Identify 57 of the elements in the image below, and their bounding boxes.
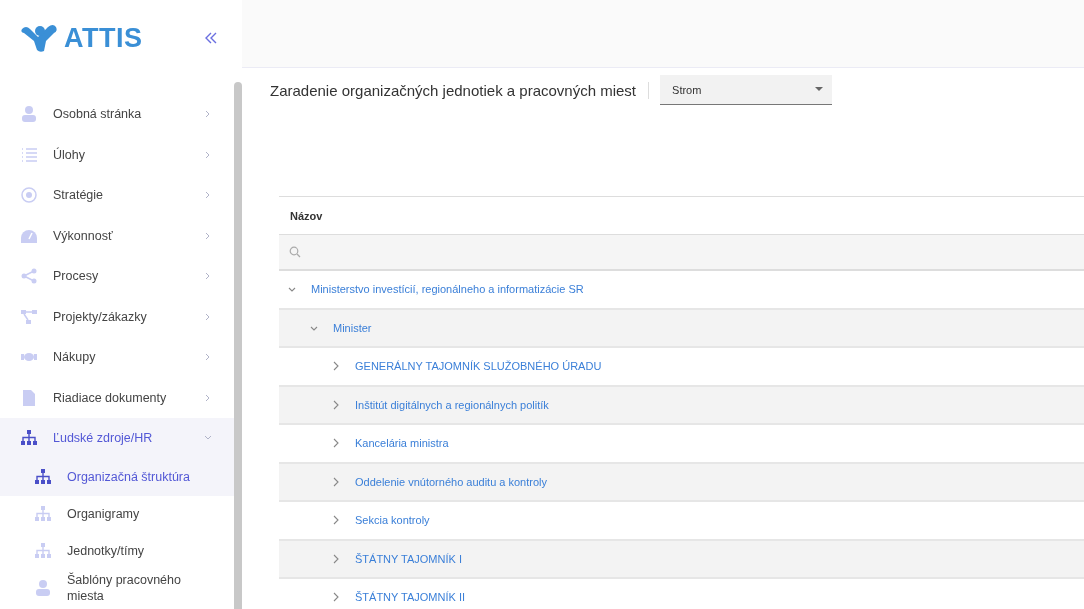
- sidebar-item[interactable]: Nákupy: [0, 337, 234, 378]
- sidebar-subitem[interactable]: Organigramy: [0, 495, 234, 533]
- tree-node-label[interactable]: GENERÁLNY TAJOMNÍK SLUŽOBNÉHO ÚRADU: [355, 360, 602, 373]
- search-icon: [289, 246, 301, 258]
- tree-node-label[interactable]: Oddelenie vnútorného auditu a kontroly: [355, 475, 548, 488]
- sidebar-subitem[interactable]: Šablóny pracovného miesta: [0, 569, 234, 607]
- logo-text: ATTIS: [64, 22, 143, 54]
- person-icon: [34, 579, 52, 597]
- org-icon: [34, 468, 52, 486]
- chevron-right-icon[interactable]: [331, 515, 341, 526]
- chevron-right-icon: [204, 110, 212, 119]
- chevron-right-icon: [204, 150, 212, 159]
- page-title: Zaradenie organizačných jednotiek a pracovných miest: [270, 81, 650, 99]
- chevron-right-icon: [204, 191, 212, 200]
- tree-node-label[interactable]: Minister: [333, 321, 372, 334]
- dropdown-caret-icon: [815, 87, 824, 92]
- doc-icon: [20, 388, 38, 407]
- sidebar-item[interactable]: Výkonnosť: [0, 215, 234, 256]
- sidebar-item[interactable]: Úlohy: [0, 134, 234, 175]
- chevron-right-icon[interactable]: [331, 553, 341, 564]
- column-header[interactable]: Názov: [290, 209, 323, 222]
- sidebar-item[interactable]: Osobná stránka: [0, 94, 234, 135]
- chevron-right-icon[interactable]: [331, 592, 341, 603]
- tree-node-label[interactable]: ŠTÁTNY TAJOMNÍK II: [355, 591, 466, 604]
- sidebar-item[interactable]: Stratégie: [0, 175, 234, 216]
- chevron-right-icon[interactable]: [331, 438, 341, 449]
- target-icon: [20, 186, 38, 205]
- chevron-right-icon: [204, 393, 212, 402]
- chevron-right-icon[interactable]: [331, 399, 341, 410]
- tree-node-label[interactable]: ŠTÁTNY TAJOMNÍK I: [355, 552, 462, 565]
- scrollbar[interactable]: [234, 82, 242, 609]
- chevron-right-icon: [204, 231, 212, 240]
- tree-node-label[interactable]: Inštitút digitálnych a regionálnych politík: [355, 398, 549, 411]
- view-select[interactable]: Strom: [660, 75, 833, 105]
- filter-field[interactable]: [279, 235, 1084, 271]
- chevron-right-icon: [204, 353, 212, 362]
- share-icon: [20, 267, 38, 286]
- chevron-right-icon: [204, 272, 212, 281]
- chevron-right-icon[interactable]: [331, 476, 341, 487]
- sidebar-item[interactable]: Riadiace dokumenty: [0, 377, 234, 418]
- tree-node-label[interactable]: Ministerstvo investícií, regionálneho a informatizácie SR: [311, 283, 584, 296]
- person-icon: [20, 105, 38, 124]
- collapse-icon[interactable]: [204, 31, 218, 45]
- chevron-right-icon: [204, 312, 212, 321]
- sidebar-subitem[interactable]: Organizačná štruktúra: [0, 458, 234, 496]
- org-icon: [34, 542, 52, 560]
- list-icon: [20, 145, 38, 164]
- org-icon: [34, 505, 52, 523]
- tree-node-label[interactable]: Sekcia kontroly: [355, 514, 430, 527]
- sidebar-item[interactable]: Projekty/zákazky: [0, 296, 234, 337]
- chevron-right-icon[interactable]: [331, 361, 341, 372]
- tree-node-label[interactable]: Kancelária ministra: [355, 437, 449, 450]
- sidebar-subitem[interactable]: Jednotky/tímy: [0, 532, 234, 570]
- sidebar-item[interactable]: Ľudské zdroje/HR: [0, 418, 234, 459]
- org-icon: [20, 429, 38, 448]
- sidebar-item[interactable]: Procesy: [0, 256, 234, 297]
- flow-icon: [20, 307, 38, 326]
